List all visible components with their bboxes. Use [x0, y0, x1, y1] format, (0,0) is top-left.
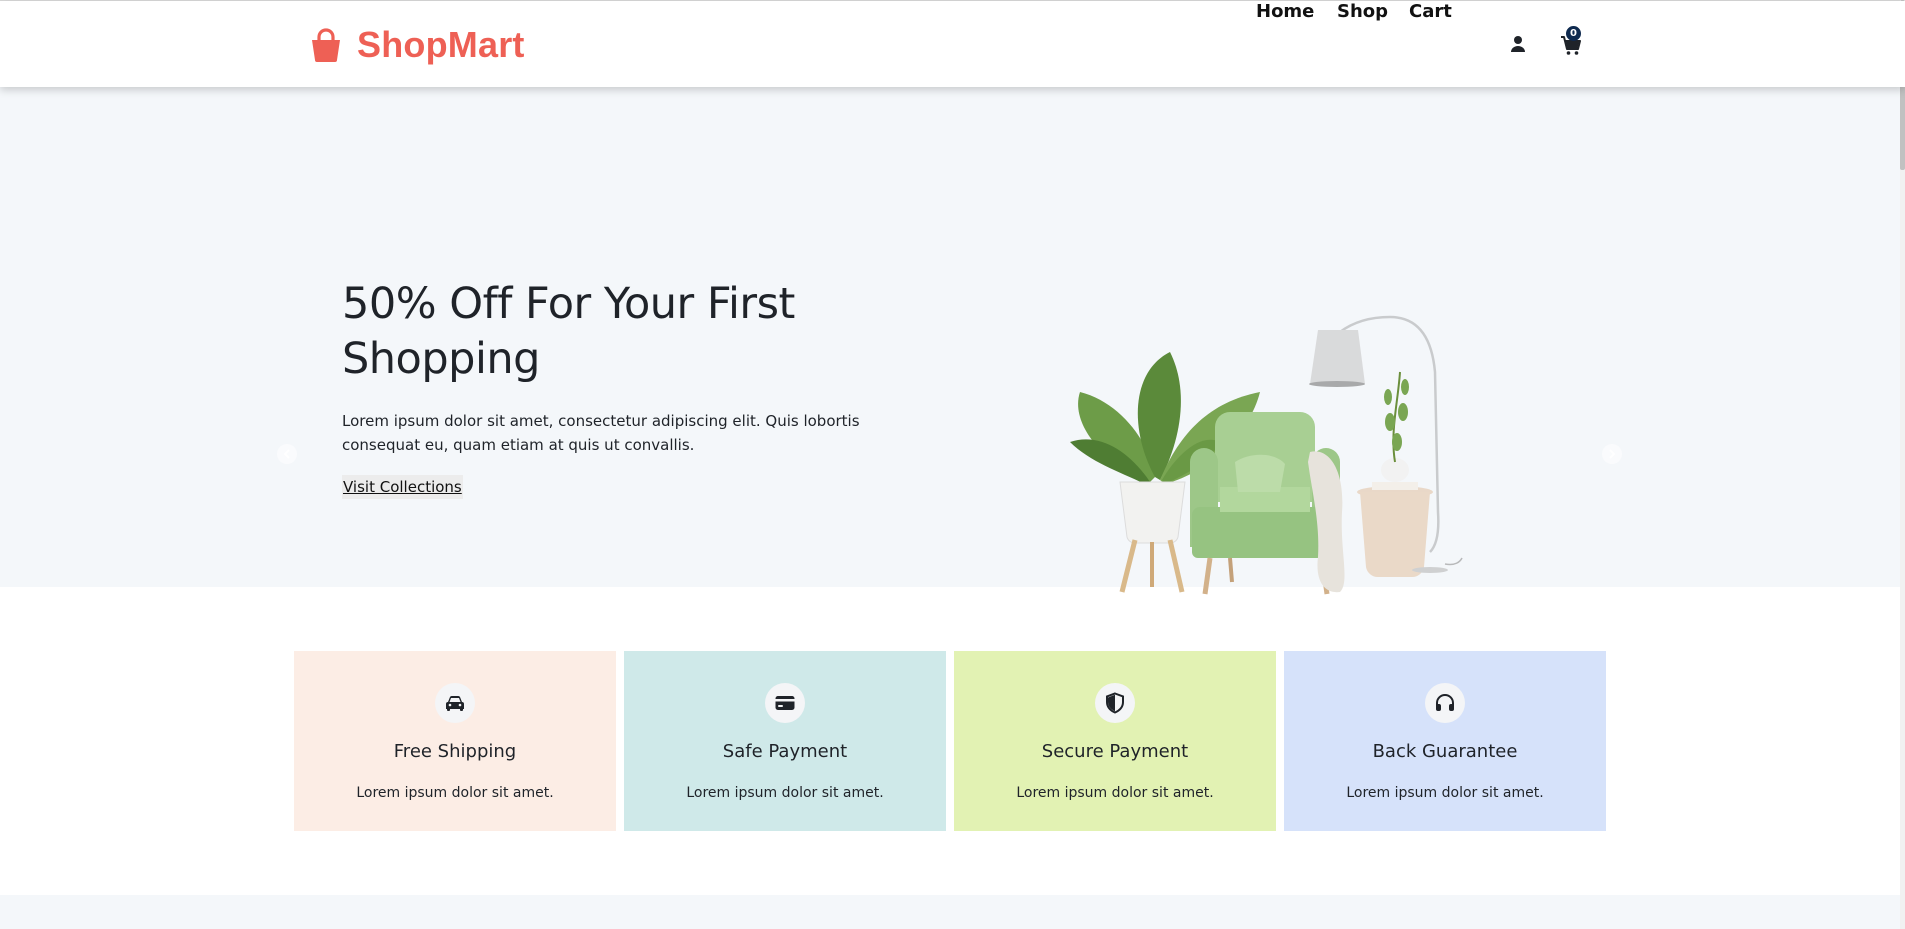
hero-banner: 50% Off For Your First Shopping Lorem ip…: [0, 87, 1905, 595]
feature-icon-wrap: [435, 683, 475, 723]
feature-card-secure-payment: Secure Payment Lorem ipsum dolor sit ame…: [954, 651, 1276, 831]
feature-icon-wrap: [1095, 683, 1135, 723]
chevron-right-icon: [1609, 449, 1616, 459]
user-icon[interactable]: [1510, 35, 1526, 53]
feature-card-free-shipping: Free Shipping Lorem ipsum dolor sit amet…: [294, 651, 616, 831]
shield-icon: [1106, 692, 1124, 714]
shopping-bag-icon: [312, 28, 340, 62]
chevron-left-icon: [283, 449, 290, 459]
feature-title: Free Shipping: [393, 741, 517, 762]
nav-home-link[interactable]: Home: [1256, 1, 1314, 22]
feature-card-back-guarantee: Back Guarantee Lorem ipsum dolor sit ame…: [1284, 651, 1606, 831]
car-icon: [446, 695, 464, 711]
carousel-prev-button[interactable]: [277, 444, 297, 464]
nav-shop-link[interactable]: Shop: [1337, 1, 1388, 22]
nav-cart-link[interactable]: Cart: [1409, 1, 1452, 22]
hero-furniture-image: [1070, 315, 1463, 595]
feature-text: Lorem ipsum dolor sit amet.: [356, 785, 554, 801]
feature-text: Lorem ipsum dolor sit amet.: [1346, 785, 1544, 801]
hero-description: Lorem ipsum dolor sit amet, consectetur …: [342, 412, 860, 454]
site-header: ShopMart Home Shop Cart 0: [0, 1, 1905, 87]
feature-icon-wrap: [765, 683, 805, 723]
visit-collections-button[interactable]: Visit Collections: [342, 475, 463, 499]
carousel-next-button[interactable]: [1602, 444, 1622, 464]
feature-icon-wrap: [1425, 683, 1465, 723]
credit-card-icon: [775, 696, 795, 710]
feature-text: Lorem ipsum dolor sit amet.: [686, 785, 884, 801]
feature-title: Back Guarantee: [1372, 741, 1518, 762]
cart-count-badge: 0: [1566, 26, 1581, 41]
feature-card-safe-payment: Safe Payment Lorem ipsum dolor sit amet.: [624, 651, 946, 831]
hero-title: 50% Off For Your First Shopping: [342, 279, 795, 384]
feature-text: Lorem ipsum dolor sit amet.: [1016, 785, 1214, 801]
brand-name: ShopMart: [357, 24, 525, 65]
feature-title: Secure Payment: [1041, 741, 1189, 762]
headphones-icon: [1436, 694, 1454, 711]
next-section-band: [0, 895, 1905, 929]
brand-logo[interactable]: ShopMart: [310, 23, 525, 67]
feature-title: Safe Payment: [722, 741, 848, 762]
